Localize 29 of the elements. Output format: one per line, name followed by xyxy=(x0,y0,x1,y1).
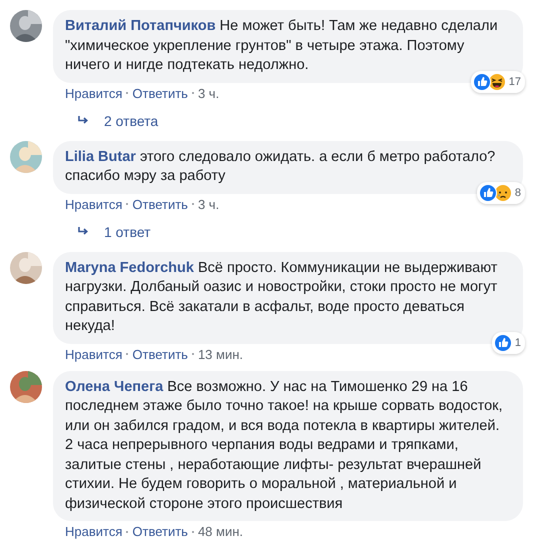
comment-time: 3 ч. xyxy=(198,196,220,212)
reply-arrow-icon xyxy=(78,226,90,236)
laughing-face-icon xyxy=(488,72,506,90)
comment-action-link[interactable]: Ответить xyxy=(132,196,188,212)
comment-action-link[interactable]: Нравится xyxy=(65,196,122,212)
reaction-count-badge[interactable]: 1 xyxy=(492,332,525,354)
reaction-count-badge[interactable]: 17 xyxy=(470,70,525,92)
comment-action-link[interactable]: Нравится xyxy=(65,524,122,539)
comment-action-link[interactable]: Ответить xyxy=(132,346,188,362)
author-link[interactable]: Lilia Butar xyxy=(65,148,136,164)
comment-time: 3 ч. xyxy=(198,86,220,100)
thumbs-up-icon xyxy=(472,72,491,90)
comment-time: 48 мин. xyxy=(198,524,244,539)
author-link[interactable]: Виталий Потапчиков xyxy=(65,18,216,34)
reply-arrow-icon xyxy=(78,116,90,126)
view-replies-link[interactable]: 2 ответа xyxy=(78,112,556,128)
reaction-count-badge[interactable]: 8 xyxy=(476,182,525,204)
comment-action-link[interactable]: Нравится xyxy=(65,346,122,362)
thumbs-up-icon xyxy=(494,334,512,352)
thumbs-up-icon xyxy=(478,184,497,202)
comment-action-link[interactable]: Ответить xyxy=(132,86,188,100)
comment-text: Олена Чепега Все возможно. У нас на Тимошенко 29 на 16 последнем этаже было точно такое! на крыше сорвать водосток, или он забился градом, и вся вода потекла в квартиры жителей. 2 часа непрерывного черпания воды ведрами и тряпками, залитые стены , неработающие лифты- результат вчерашней стихии. Не будем говорить о моральной , материальной и физической стороне этого происшествия xyxy=(65,378,504,514)
comment-time: 13 мин. xyxy=(198,346,244,362)
view-replies-link[interactable]: 1 ответ xyxy=(78,224,556,240)
author-link[interactable]: Олена Чепега xyxy=(65,378,164,394)
crying-face-icon xyxy=(494,184,512,202)
comment-action-link[interactable]: Ответить xyxy=(132,524,188,539)
comment-action-link[interactable]: Нравится xyxy=(65,86,122,100)
author-link[interactable]: Maryna Fedorchuk xyxy=(65,260,194,276)
